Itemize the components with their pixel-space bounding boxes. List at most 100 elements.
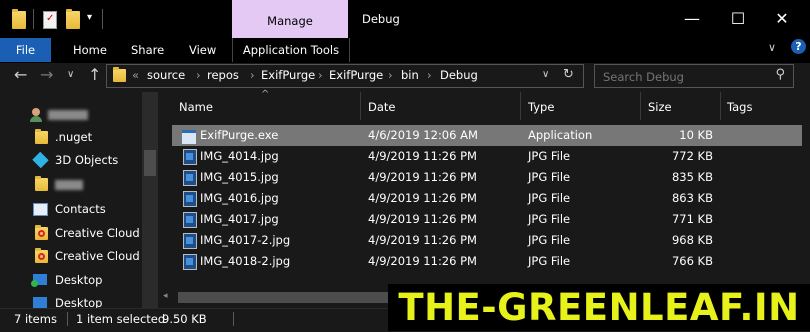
breadcrumb-separator[interactable]: › [388, 68, 393, 82]
file-row[interactable]: IMG_4018-2.jpg 4/9/2019 11:26 PM JPG File 7… [172, 251, 802, 272]
file-type: Application [528, 128, 593, 142]
column-header-name[interactable]: Name [179, 100, 213, 114]
file-name: IMG_4017.jpg [200, 212, 279, 226]
nav-item-user[interactable] [0, 105, 142, 127]
file-row[interactable]: IMG_4014.jpg 4/9/2019 11:26 PM JPG File 772… [172, 146, 802, 167]
close-button[interactable]: ✕ [762, 6, 802, 32]
tab-application-tools[interactable]: Application Tools [232, 38, 350, 62]
breadcrumb-separator[interactable]: › [427, 68, 432, 82]
column-divider[interactable] [720, 92, 721, 120]
application-icon [182, 130, 196, 144]
jpg-file-icon [183, 170, 197, 186]
nav-item-creative-cloud-1[interactable]: Creative Cloud F [0, 223, 150, 245]
column-header-type[interactable]: Type [528, 100, 554, 114]
jpg-file-icon [183, 212, 197, 228]
file-row[interactable]: ExifPurge.exe 4/6/2019 12:06 AM Applicatio… [172, 125, 802, 146]
file-row[interactable]: IMG_4017-2.jpg 4/9/2019 11:26 PM JPG File 9… [172, 230, 802, 251]
column-header-date[interactable]: Date [368, 100, 396, 114]
forward-icon[interactable]: → [40, 66, 53, 84]
breadcrumb-separator[interactable]: › [250, 68, 255, 82]
breadcrumb-source[interactable]: source [147, 68, 185, 82]
new-folder-icon[interactable] [66, 9, 80, 29]
overflow-icon[interactable]: « [132, 68, 139, 82]
recent-locations-icon[interactable]: ∨ [67, 69, 74, 80]
nav-item-label: Creative Cloud F [55, 249, 150, 263]
breadcrumb-separator[interactable]: › [196, 68, 201, 82]
address-dropdown-icon[interactable]: ∨ [542, 69, 549, 80]
contacts-icon [33, 203, 48, 216]
file-type: JPG File [528, 170, 571, 184]
file-row[interactable]: IMG_4016.jpg 4/9/2019 11:26 PM JPG File 863… [172, 188, 802, 209]
file-row[interactable]: IMG_4017.jpg 4/9/2019 11:26 PM JPG File 771… [172, 209, 802, 230]
navigation-pane: .nuget 3D Objects Contacts Creative Clou… [0, 92, 158, 308]
nav-item-contacts[interactable]: Contacts [0, 199, 142, 221]
tab-share[interactable]: Share [131, 38, 164, 62]
nav-item-label: Creative Cloud F [55, 226, 150, 240]
file-date: 4/9/2019 11:26 PM [368, 233, 477, 247]
nav-item-label: .nuget [55, 130, 93, 144]
column-header-size[interactable]: Size [648, 100, 672, 114]
back-icon[interactable]: ← [14, 66, 27, 84]
ribbon-expand-icon[interactable]: ∨ [768, 41, 776, 54]
status-divider [67, 312, 68, 326]
scroll-left-icon[interactable]: ◂ [163, 291, 168, 301]
nav-item-3d-objects[interactable]: 3D Objects [0, 150, 142, 172]
nav-item-label: Desktop [55, 273, 103, 287]
refresh-icon[interactable]: ↻ [563, 67, 574, 82]
column-divider[interactable] [640, 92, 641, 120]
3d-objects-icon [32, 151, 49, 169]
tab-view[interactable]: View [189, 38, 216, 62]
file-date: 4/9/2019 11:26 PM [368, 170, 477, 184]
qat-divider [102, 9, 103, 29]
file-name: IMG_4018-2.jpg [200, 254, 291, 268]
breadcrumb-separator[interactable]: › [318, 68, 323, 82]
file-type: JPG File [528, 254, 571, 268]
up-icon[interactable]: ↑ [88, 66, 101, 84]
maximize-button[interactable]: ☐ [718, 6, 758, 32]
selection-count: 1 item selected [76, 312, 166, 326]
breadcrumb-debug[interactable]: Debug [440, 68, 478, 82]
tab-home[interactable]: Home [73, 38, 107, 62]
breadcrumb-repos[interactable]: repos [207, 68, 239, 82]
nav-item-label: Desktop [55, 296, 103, 308]
folder-icon[interactable] [12, 9, 26, 29]
search-box[interactable]: ⚲ [594, 64, 794, 88]
item-count: 7 items [14, 312, 57, 326]
window-title: Debug [362, 12, 400, 26]
properties-icon[interactable]: ✓ [43, 11, 57, 29]
nav-pane-scrollbar[interactable] [142, 92, 158, 308]
nav-item-label: 3D Objects [55, 153, 119, 167]
qat-dropdown-icon[interactable]: ▾ [87, 12, 92, 23]
column-divider[interactable] [520, 92, 521, 120]
breadcrumb-exifpurge-2[interactable]: ExifPurge [329, 68, 383, 82]
nav-item-creative-cloud-2[interactable]: Creative Cloud F [0, 246, 150, 268]
file-name: IMG_4014.jpg [200, 149, 279, 163]
breadcrumb-exifpurge[interactable]: ExifPurge [261, 68, 315, 82]
nav-item-desktop-2[interactable]: Desktop [0, 293, 142, 308]
nav-item-nuget[interactable]: .nuget [0, 127, 142, 149]
file-size: 968 KB [671, 233, 713, 247]
file-size: 772 KB [671, 149, 713, 163]
file-row[interactable]: IMG_4015.jpg 4/9/2019 11:26 PM JPG File 835… [172, 167, 802, 188]
column-divider[interactable] [360, 92, 361, 120]
search-icon[interactable]: ⚲ [775, 67, 785, 82]
desktop-icon [31, 274, 47, 287]
file-date: 4/9/2019 11:26 PM [368, 149, 477, 163]
nav-item-desktop-1[interactable]: Desktop [0, 270, 142, 292]
minimize-button[interactable]: — [672, 6, 712, 32]
column-header-tags[interactable]: Tags [727, 100, 752, 114]
qat-divider [33, 9, 34, 29]
manage-tab[interactable]: Manage [232, 0, 348, 38]
jpg-file-icon [183, 233, 197, 249]
nav-item-folder[interactable] [0, 174, 142, 196]
file-name: ExifPurge.exe [200, 128, 279, 142]
address-bar[interactable]: « source › repos › ExifPurge › ExifPurge… [106, 64, 584, 88]
file-size: 10 KB [679, 128, 713, 142]
search-input[interactable] [601, 67, 765, 86]
file-size: 771 KB [671, 212, 713, 226]
breadcrumb-bin[interactable]: bin [401, 68, 419, 82]
ribbon-tabs [0, 38, 810, 63]
nav-pane-scrollbar-thumb[interactable] [144, 150, 156, 176]
tab-file[interactable]: File [0, 38, 51, 62]
help-icon[interactable]: ? [791, 39, 806, 54]
